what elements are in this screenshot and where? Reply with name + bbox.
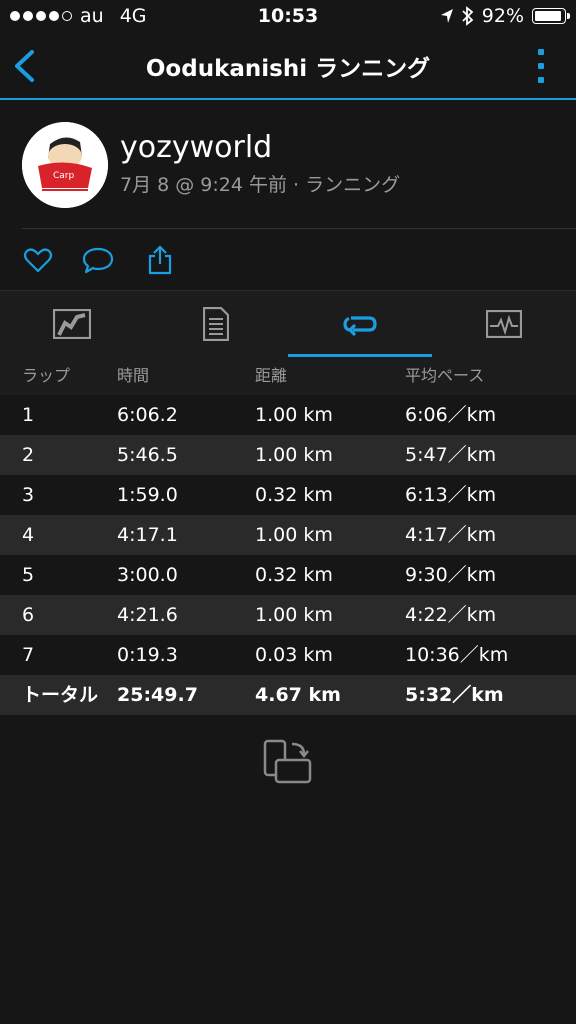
total-row: トータル 25:49.7 4.67 km 5:32／km (0, 675, 576, 715)
table-row: 2 5:46.5 1.00 km 5:47／km (0, 435, 576, 475)
total-distance: 4.67 km (255, 684, 341, 706)
laps-table-body: 1 6:06.2 1.00 km 6:06／km 2 5:46.5 1.00 k… (0, 395, 576, 715)
lap-number: 4 (22, 524, 35, 546)
lap-time: 4:17.1 (117, 524, 178, 546)
lap-pace: 9:30／km (405, 564, 497, 586)
chart-icon (486, 310, 522, 338)
lap-number: 3 (22, 484, 35, 506)
lap-number: 2 (22, 444, 35, 466)
share-icon[interactable] (144, 244, 176, 276)
tab-bar (0, 290, 576, 357)
total-label: トータル (22, 684, 99, 706)
table-row: 3 1:59.0 0.32 km 6:13／km (0, 475, 576, 515)
lap-time: 5:46.5 (117, 444, 178, 466)
rotate-device-icon[interactable] (262, 738, 314, 786)
total-time: 25:49.7 (117, 684, 198, 706)
username[interactable]: yozyworld (120, 130, 272, 165)
table-row: 1 6:06.2 1.00 km 6:06／km (0, 395, 576, 435)
lap-pace: 6:06／km (405, 404, 497, 426)
lap-distance: 1.00 km (255, 604, 333, 626)
divider (22, 228, 576, 229)
heart-icon[interactable] (22, 244, 54, 276)
bluetooth-icon (462, 6, 474, 26)
lap-time: 3:00.0 (117, 564, 178, 586)
battery-percent: 92% (481, 5, 524, 27)
lap-distance: 0.32 km (255, 564, 333, 586)
table-row: 4 4:17.1 1.00 km 4:17／km (0, 515, 576, 555)
lap-distance: 0.03 km (255, 644, 333, 666)
lap-distance: 0.32 km (255, 484, 333, 506)
avatar[interactable]: Carp (22, 122, 108, 208)
lap-number: 1 (22, 404, 35, 426)
lap-distance: 1.00 km (255, 444, 333, 466)
more-options-icon[interactable] (538, 49, 546, 83)
lap-pace: 6:13／km (405, 484, 497, 506)
laps-loop-icon (343, 316, 377, 337)
lap-time: 4:21.6 (117, 604, 178, 626)
lap-distance: 1.00 km (255, 524, 333, 546)
activity-meta: 7月 8 @ 9:24 午前 · ランニング (120, 174, 401, 196)
lap-number: 7 (22, 644, 35, 666)
laps-table-header: ラップ 時間 距離 平均ペース (0, 357, 576, 395)
header-time: 時間 (117, 366, 150, 385)
lap-pace: 4:17／km (405, 524, 497, 546)
tab-summary[interactable] (144, 291, 288, 357)
table-row: 5 3:00.0 0.32 km 9:30／km (0, 555, 576, 595)
lap-pace: 4:22／km (405, 604, 497, 626)
activity-header: Carp yozyworld 7月 8 @ 9:24 午前 · ランニング (0, 100, 576, 230)
lap-pace: 5:47／km (405, 444, 497, 466)
lap-time: 0:19.3 (117, 644, 178, 666)
page-title: Oodukanishi ランニング (145, 56, 431, 82)
table-row: 7 0:19.3 0.03 km 10:36／km (0, 635, 576, 675)
lap-time: 1:59.0 (117, 484, 178, 506)
lap-pace: 10:36／km (405, 644, 509, 666)
svg-text:Carp: Carp (53, 171, 74, 181)
status-bar: au 4G 10:53 92% (0, 0, 576, 32)
document-icon (203, 307, 229, 341)
battery-icon (532, 8, 570, 24)
comment-icon[interactable] (82, 244, 114, 276)
total-pace: 5:32／km (405, 684, 504, 706)
tab-map[interactable] (0, 291, 144, 357)
action-bar (0, 230, 576, 290)
navigation-bar: Oodukanishi ランニング (0, 32, 576, 100)
header-lap: ラップ (22, 366, 71, 385)
map-icon (53, 309, 91, 339)
lap-number: 6 (22, 604, 35, 626)
tab-laps[interactable] (288, 291, 432, 357)
location-arrow-icon (440, 9, 453, 23)
table-row: 6 4:21.6 1.00 km 4:22／km (0, 595, 576, 635)
lap-number: 5 (22, 564, 35, 586)
lap-distance: 1.00 km (255, 404, 333, 426)
avatar-illustration-icon: Carp (22, 122, 108, 208)
header-distance: 距離 (255, 366, 288, 385)
tab-charts[interactable] (432, 291, 576, 357)
header-avg-pace: 平均ペース (405, 366, 485, 385)
lap-time: 6:06.2 (117, 404, 178, 426)
